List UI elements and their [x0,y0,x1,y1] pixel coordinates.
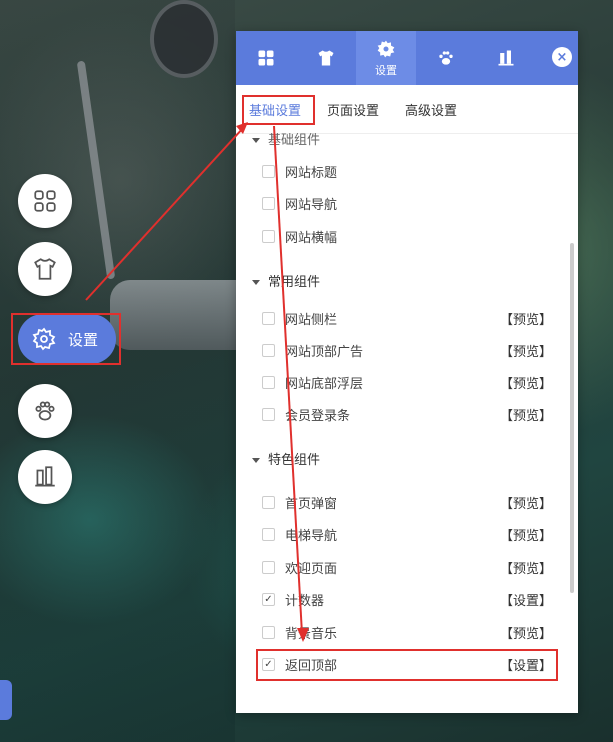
side-grid-button[interactable] [18,174,72,228]
settings-panel: 设置 × 基础设置 页面设置 高级设置 基础组件 网站标题 网站导航 网站横幅 … [236,31,578,713]
component-list: 基础组件 网站标题 网站导航 网站横幅 常用组件 网站侧栏 【预览】 网站顶部广… [236,133,578,713]
list-item[interactable]: 网站导航 [262,191,552,215]
grid-icon [258,50,274,66]
side-paw-button[interactable] [18,384,72,438]
checkbox[interactable] [262,407,275,421]
preview-link[interactable]: 【预览】 [500,373,552,392]
list-item[interactable]: 网站标题 [262,159,552,183]
gear-icon [32,327,56,351]
list-item[interactable]: 背景音乐 【预览】 [262,620,552,644]
paw-icon [439,51,453,65]
background-shade [0,0,235,742]
caret-down-icon [252,138,260,143]
grid-icon [34,190,56,212]
caret-down-icon [252,458,260,463]
side-settings-button[interactable]: 设置 [18,314,116,364]
side-widgets-button[interactable] [18,450,72,504]
list-item[interactable]: 网站侧栏 【预览】 [262,306,552,330]
tab-pets[interactable] [416,31,476,85]
checkbox[interactable] [262,375,275,389]
tab-theme[interactable] [296,31,356,85]
tab-widgets[interactable] [476,31,536,85]
preview-link[interactable]: 【预览】 [500,309,552,328]
checkbox[interactable] [262,311,275,325]
preview-link[interactable]: 【预览】 [500,525,552,544]
list-item[interactable]: 网站横幅 [262,224,552,248]
checkbox[interactable] [262,527,275,541]
subtab-advanced[interactable]: 高级设置 [402,94,460,125]
settings-link[interactable]: 【设置】 [500,655,552,674]
subtab-basic[interactable]: 基础设置 [246,94,304,125]
tab-settings[interactable]: 设置 [356,31,416,85]
group-header-featured[interactable]: 特色组件 [252,449,320,468]
list-item[interactable]: 电梯导航 【预览】 [262,522,552,546]
checkbox[interactable] [262,164,275,178]
side-settings-label: 设置 [68,330,99,349]
list-item[interactable]: 网站顶部广告 【预览】 [262,338,552,362]
checkbox[interactable] [262,495,275,509]
list-item[interactable]: 网站底部浮层 【预览】 [262,370,552,394]
checkbox[interactable] [262,196,275,210]
gear-icon [377,40,395,57]
widgets-icon [35,466,55,487]
group-header-basic[interactable]: 基础组件 [252,133,320,148]
paw-icon [35,401,55,421]
panel-tab-bar: 设置 × [236,31,578,85]
list-item[interactable]: 首页弹窗 【预览】 [262,490,552,514]
preview-link[interactable]: 【预览】 [500,493,552,512]
close-icon[interactable]: × [552,47,572,67]
scrollbar[interactable] [570,243,574,593]
sub-tab-bar: 基础设置 页面设置 高级设置 [236,85,578,134]
side-shirt-button[interactable] [18,242,72,296]
shirt-icon [34,258,56,280]
tab-layout[interactable] [236,31,296,85]
list-item[interactable]: 欢迎页面 【预览】 [262,555,552,579]
list-item[interactable]: ✓ 返回顶部 【设置】 [262,652,552,676]
subtab-page[interactable]: 页面设置 [324,94,382,125]
checkbox[interactable] [262,625,275,639]
widgets-icon [498,50,514,66]
shirt-icon [318,50,334,66]
preview-link[interactable]: 【预览】 [500,405,552,424]
preview-link[interactable]: 【预览】 [500,558,552,577]
preview-link[interactable]: 【预览】 [500,623,552,642]
list-item[interactable]: 会员登录条 【预览】 [262,402,552,426]
group-header-common[interactable]: 常用组件 [252,271,320,290]
checkbox[interactable] [262,343,275,357]
preview-link[interactable]: 【预览】 [500,341,552,360]
checkbox[interactable] [262,560,275,574]
background-mirror [150,0,218,78]
caret-down-icon [252,280,260,285]
checkbox-checked[interactable]: ✓ [262,592,275,606]
list-item[interactable]: ✓ 计数器 【设置】 [262,587,552,611]
edge-widget[interactable] [0,680,12,720]
tab-settings-label: 设置 [375,63,397,77]
checkbox-checked[interactable]: ✓ [262,657,275,671]
settings-link[interactable]: 【设置】 [500,590,552,609]
checkbox[interactable] [262,229,275,243]
